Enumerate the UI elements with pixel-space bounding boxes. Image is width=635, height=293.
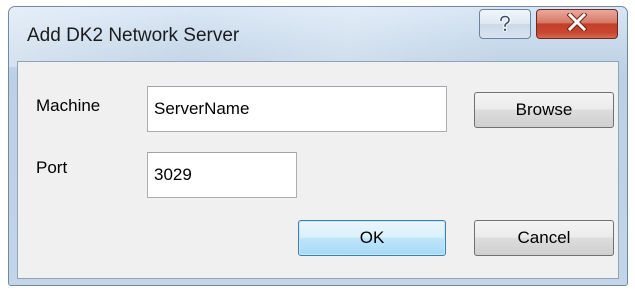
browse-button[interactable]: Browse [474, 92, 614, 128]
machine-label: Machine [36, 96, 101, 115]
port-label: Port [36, 158, 68, 177]
add-network-server-dialog: Add DK2 Network Server Machine ServerNam… [8, 6, 628, 286]
title-bar[interactable]: Add DK2 Network Server [9, 7, 627, 59]
help-button[interactable] [479, 9, 531, 39]
port-input[interactable]: 3029 [147, 152, 297, 198]
close-button[interactable] [536, 9, 618, 39]
machine-input[interactable]: ServerName [147, 86, 447, 132]
dialog-client-area: Machine ServerName Browse Port 3029 OK C… [17, 61, 619, 279]
ok-button[interactable]: OK [298, 220, 446, 256]
cancel-button[interactable]: Cancel [474, 220, 614, 256]
close-x-icon [566, 10, 588, 36]
question-mark-icon [497, 15, 513, 33]
dialog-title: Add DK2 Network Server [27, 25, 240, 46]
